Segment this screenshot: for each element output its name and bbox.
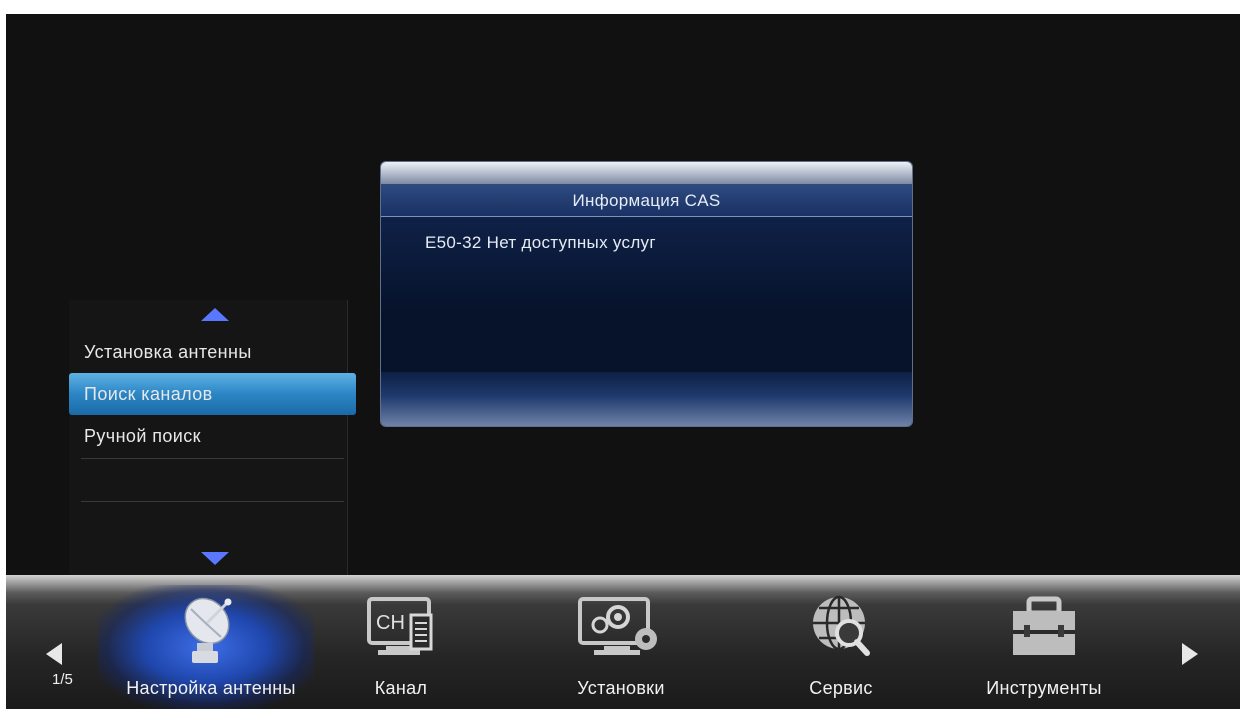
menu-item-antenna-setup[interactable]: Установка антенны [69,331,356,373]
dialog-title: Информация CAS [572,191,721,210]
bottom-nav-bar: 1/5 Настройка антенны CH Канал Установки… [6,575,1240,709]
nav-left-arrow-icon[interactable] [46,643,62,665]
dialog-top-bezel [381,162,912,184]
page-indicator: 1/5 [52,671,73,688]
svg-text:CH: CH [376,612,405,634]
toolbox-icon [1009,593,1079,664]
tab-tools[interactable]: Инструменты [964,575,1124,709]
tab-service-label: Сервис [809,678,873,698]
tab-service[interactable]: Сервис [786,575,896,709]
dialog-bottom-bezel [381,372,912,426]
tab-antenna-setup[interactable]: Настройка антенны [98,575,324,709]
cas-info-dialog: Информация CAS E50-32 Нет доступных услу… [381,162,912,426]
scroll-up-arrow-icon[interactable] [201,308,229,321]
tab-channel[interactable]: CH Канал [346,575,456,709]
channel-list-icon: CH [366,593,436,668]
globe-search-icon [809,593,873,664]
tab-antenna-setup-label: Настройка антенны [126,678,296,698]
menu-separator [81,501,344,502]
menu-item-empty [69,459,356,501]
submenu-panel: Установка антенны Поиск каналов Ручной п… [69,300,356,580]
scroll-down-arrow-icon[interactable] [201,552,229,565]
tab-settings-label: Установки [577,678,665,698]
dialog-message: E50-32 Нет доступных услуг [425,233,656,252]
settings-monitor-icon [576,593,666,668]
menu-item-channel-search[interactable]: Поиск каналов [69,373,356,415]
menu-item-manual-search[interactable]: Ручной поиск [69,415,356,457]
tab-channel-label: Канал [374,678,428,698]
tv-screen: Информация CAS E50-32 Нет доступных услу… [6,14,1240,709]
tab-tools-label: Инструменты [986,678,1102,698]
tab-settings[interactable]: Установки [546,575,696,709]
nav-right-arrow-icon[interactable] [1182,643,1198,665]
satellite-dish-icon [181,593,241,670]
